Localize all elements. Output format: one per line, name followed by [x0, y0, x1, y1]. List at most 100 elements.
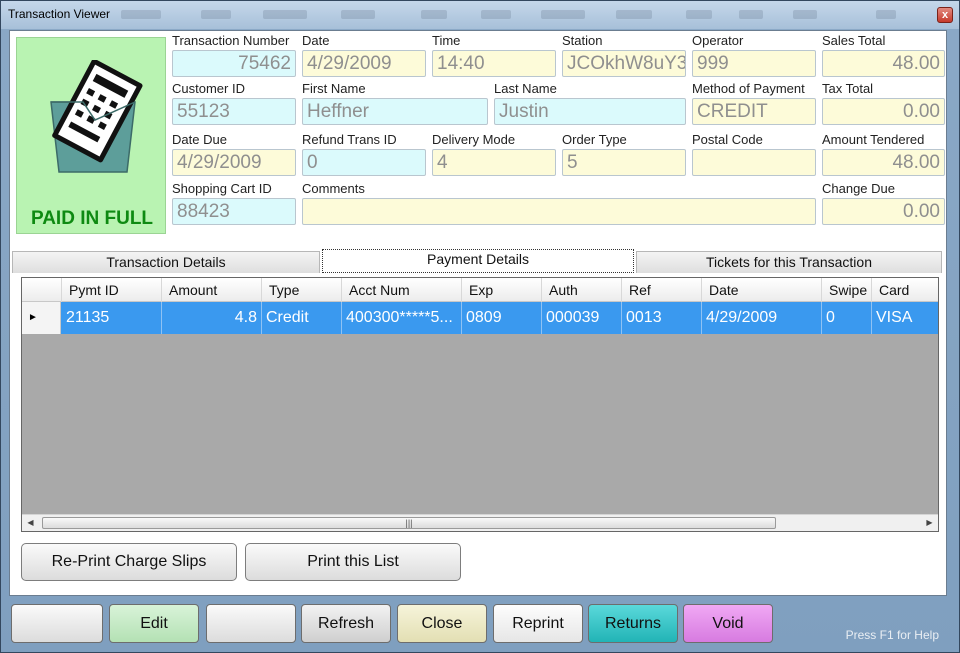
titlebar-ghost-text	[876, 10, 896, 19]
sales-total-field[interactable]: 48.00	[822, 50, 945, 77]
date-due-field[interactable]: 4/29/2009	[172, 149, 296, 176]
cell-type[interactable]: Credit	[262, 302, 342, 334]
column-header[interactable]: Date	[702, 278, 822, 302]
refund-trans-id-field[interactable]: 0	[302, 149, 426, 176]
titlebar-ghost-text	[121, 10, 161, 19]
cell-swipe[interactable]: 0	[822, 302, 872, 334]
reprint-button[interactable]: Reprint	[493, 604, 583, 643]
column-header[interactable]: Amount	[162, 278, 262, 302]
last-name-field[interactable]: Justin	[494, 98, 686, 125]
titlebar-ghost-text	[481, 10, 511, 19]
receipt-printer-icon	[50, 60, 143, 173]
column-header[interactable]: Auth	[542, 278, 622, 302]
window-title: Transaction Viewer	[8, 7, 111, 21]
station-label: Station	[562, 33, 603, 48]
order-type-field[interactable]: 5	[562, 149, 686, 176]
postal-code-label: Postal Code	[692, 132, 763, 147]
title-bar[interactable]: Transaction Viewer x	[1, 1, 959, 29]
column-header[interactable]: Pymt ID	[62, 278, 162, 302]
titlebar-ghost-text	[686, 10, 712, 19]
reprint-charge-slips-button[interactable]: Re-Print Charge Slips	[21, 543, 237, 581]
column-header[interactable]: Swipe	[822, 278, 872, 302]
returns-button[interactable]: Returns	[588, 604, 678, 643]
row-header-corner	[22, 278, 62, 302]
scroll-left-arrow-icon[interactable]: ◀	[22, 515, 39, 531]
titlebar-ghost-text	[421, 10, 447, 19]
paid-in-full-label: PAID IN FULL	[30, 208, 154, 229]
date-label: Date	[302, 33, 330, 48]
refresh-button[interactable]: Refresh	[301, 604, 391, 643]
column-header[interactable]: Exp	[462, 278, 542, 302]
edit-button[interactable]: Edit	[109, 604, 199, 643]
titlebar-ghost-text	[616, 10, 652, 19]
cell-ref[interactable]: 0013	[622, 302, 702, 334]
time-field[interactable]: 14:40	[432, 50, 556, 77]
shopping-cart-id-field[interactable]: 88423	[172, 198, 296, 225]
operator-field[interactable]: 999	[692, 50, 816, 77]
customer-id-label: Customer ID	[172, 81, 245, 96]
comments-label: Comments	[302, 181, 365, 196]
table-row[interactable]: ► 21135 4.8 Credit 400300*****5... 0809 …	[22, 302, 938, 334]
titlebar-ghost-text	[263, 10, 307, 19]
shopping-cart-id-label: Shopping Cart ID	[172, 181, 272, 196]
amount-tendered-field[interactable]: 48.00	[822, 149, 945, 176]
date-due-label: Date Due	[172, 132, 227, 147]
scrollbar-thumb[interactable]: |||	[42, 517, 776, 529]
cell-auth[interactable]: 000039	[542, 302, 622, 334]
detail-tabs: Transaction Details Payment Details Tick…	[12, 249, 942, 273]
titlebar-ghost-text	[793, 10, 817, 19]
customer-id-field[interactable]: 55123	[172, 98, 296, 125]
transaction-number-field[interactable]: 75462	[172, 50, 296, 77]
amount-tendered-label: Amount Tendered	[822, 132, 925, 147]
cell-amount[interactable]: 4.8	[162, 302, 262, 334]
cell-acct-num[interactable]: 400300*****5...	[342, 302, 462, 334]
blank-button-2[interactable]	[206, 604, 296, 643]
row-selector-arrow-icon[interactable]: ►	[22, 302, 61, 334]
titlebar-ghost-text	[341, 10, 375, 19]
grid-header: Pymt ID Amount Type Acct Num Exp Auth Re…	[22, 278, 938, 302]
titlebar-ghost-text	[739, 10, 763, 19]
refund-trans-id-label: Refund Trans ID	[302, 132, 397, 147]
titlebar-ghost-text	[541, 10, 585, 19]
column-header[interactable]: Ref	[622, 278, 702, 302]
column-header[interactable]: Card	[872, 278, 938, 302]
sales-total-label: Sales Total	[822, 33, 886, 48]
first-name-label: First Name	[302, 81, 366, 96]
cell-card[interactable]: VISA	[872, 302, 938, 334]
window-close-button[interactable]: x	[937, 7, 953, 23]
change-due-label: Change Due	[822, 181, 895, 196]
help-hint: Press F1 for Help	[845, 628, 939, 642]
column-header[interactable]: Acct Num	[342, 278, 462, 302]
cell-exp[interactable]: 0809	[462, 302, 542, 334]
cell-pymt-id[interactable]: 21135	[62, 302, 162, 334]
client-area: PAID IN FULL Transaction Number 75462 Da…	[9, 30, 947, 596]
date-field[interactable]: 4/29/2009	[302, 50, 426, 77]
paid-status-panel: PAID IN FULL	[16, 37, 166, 234]
transaction-viewer-window: Transaction Viewer x PAID IN FULL Transa…	[0, 0, 960, 653]
change-due-field[interactable]: 0.00	[822, 198, 945, 225]
time-label: Time	[432, 33, 461, 48]
tax-total-field[interactable]: 0.00	[822, 98, 945, 125]
delivery-mode-field[interactable]: 4	[432, 149, 556, 176]
payments-grid: Pymt ID Amount Type Acct Num Exp Auth Re…	[21, 277, 939, 532]
tab-payment-details[interactable]: Payment Details	[322, 249, 634, 273]
column-header[interactable]: Type	[262, 278, 342, 302]
close-button[interactable]: Close	[397, 604, 487, 643]
station-field[interactable]: JCOkhW8uY3	[562, 50, 686, 77]
tax-total-label: Tax Total	[822, 81, 874, 96]
horizontal-scrollbar[interactable]: ◀ ||| ▶	[22, 514, 938, 531]
print-this-list-button[interactable]: Print this List	[245, 543, 461, 581]
comments-field[interactable]	[302, 198, 816, 225]
method-of-payment-field[interactable]: CREDIT	[692, 98, 816, 125]
scroll-right-arrow-icon[interactable]: ▶	[921, 515, 938, 531]
first-name-field[interactable]: Heffner	[302, 98, 488, 125]
operator-label: Operator	[692, 33, 744, 48]
blank-button-1[interactable]	[11, 604, 103, 643]
delivery-mode-label: Delivery Mode	[432, 132, 516, 147]
postal-code-field[interactable]	[692, 149, 816, 176]
tab-tickets-for-transaction[interactable]: Tickets for this Transaction	[636, 251, 942, 273]
last-name-label: Last Name	[494, 81, 557, 96]
tab-transaction-details[interactable]: Transaction Details	[12, 251, 320, 273]
void-button[interactable]: Void	[683, 604, 773, 643]
cell-date[interactable]: 4/29/2009	[702, 302, 822, 334]
